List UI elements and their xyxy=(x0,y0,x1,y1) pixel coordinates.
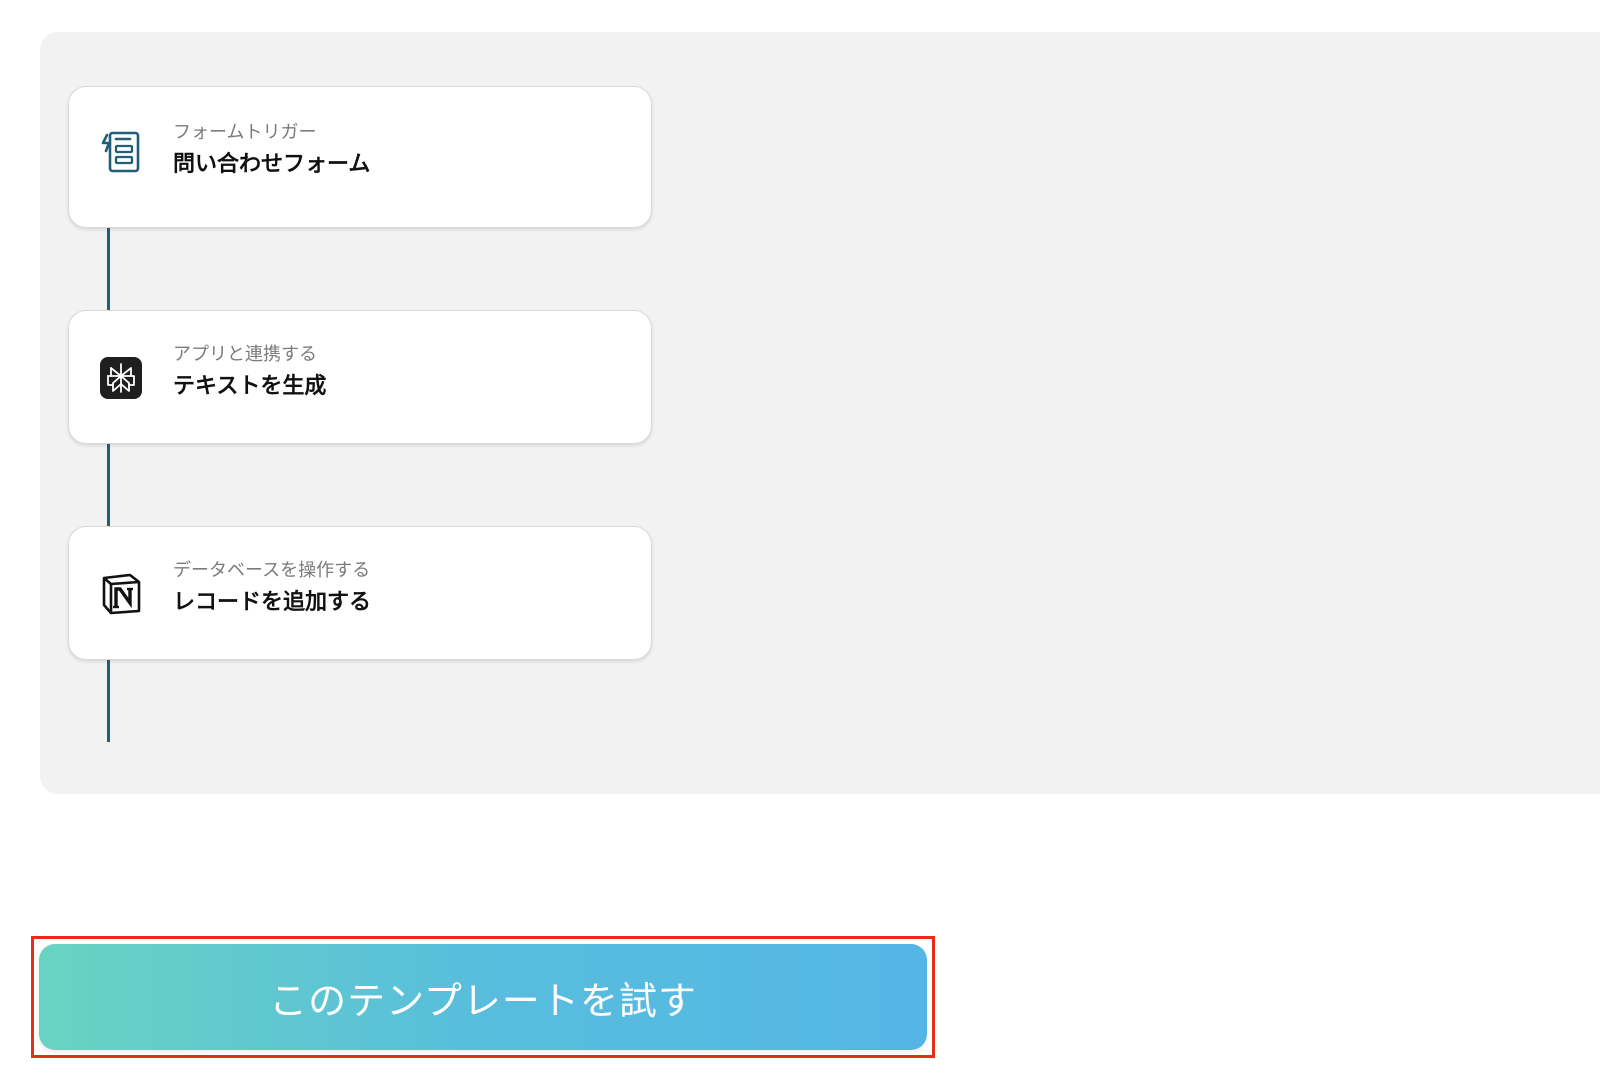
step-card-form-trigger[interactable]: フォームトリガー 問い合わせフォーム xyxy=(68,86,652,228)
step-title: 問い合わせフォーム xyxy=(173,152,371,177)
notion-icon xyxy=(99,572,143,616)
connector-line xyxy=(107,228,110,310)
cta-highlight-frame: このテンプレートを試す xyxy=(31,936,935,1058)
step-title: テキストを生成 xyxy=(173,374,327,399)
form-trigger-icon xyxy=(99,131,143,175)
try-template-button[interactable]: このテンプレートを試す xyxy=(39,944,927,1050)
connector-line xyxy=(107,660,110,742)
step-subtitle: アプリと連携する xyxy=(173,344,317,365)
step-card-add-record[interactable]: データベースを操作する レコードを追加する xyxy=(68,526,652,660)
step-title: レコードを追加する xyxy=(173,590,372,615)
perplexity-icon xyxy=(99,356,143,400)
connector-line xyxy=(107,444,110,526)
step-subtitle: フォームトリガー xyxy=(173,122,317,143)
step-card-generate-text[interactable]: アプリと連携する テキストを生成 xyxy=(68,310,652,444)
step-subtitle: データベースを操作する xyxy=(173,560,371,581)
